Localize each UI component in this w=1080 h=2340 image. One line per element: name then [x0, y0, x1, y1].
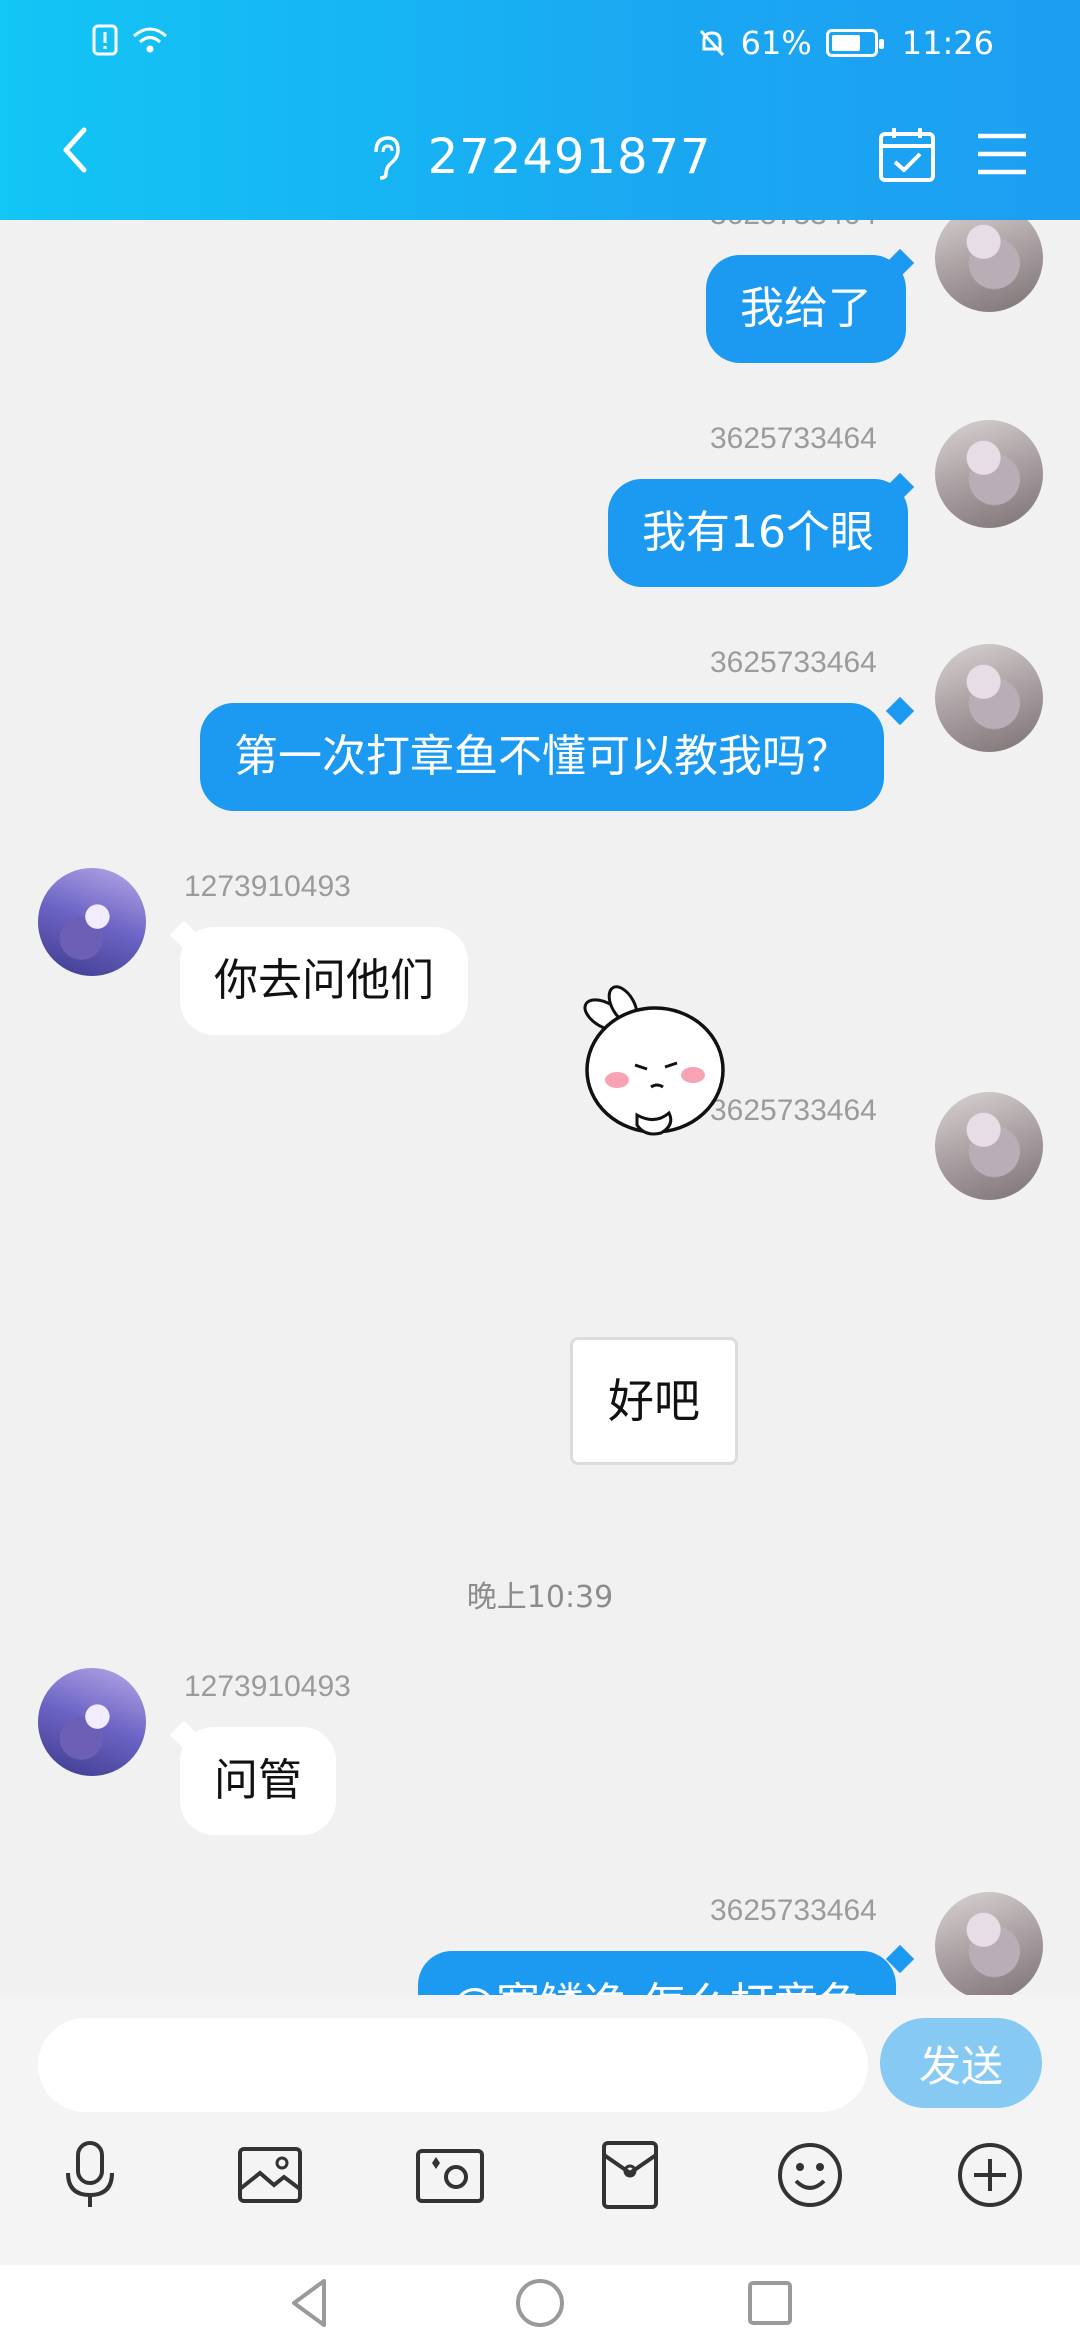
- message-bubble[interactable]: 我有16个眼: [608, 479, 908, 587]
- avatar[interactable]: [38, 1668, 146, 1776]
- avatar[interactable]: [935, 644, 1043, 752]
- avatar[interactable]: [38, 868, 146, 976]
- system-navigation-bar: [0, 2265, 1080, 2340]
- calendar-check-icon[interactable]: [876, 124, 938, 186]
- nav-home-icon[interactable]: [510, 2273, 570, 2333]
- wifi-icon: [133, 27, 167, 53]
- camera-icon[interactable]: [410, 2135, 490, 2215]
- plus-icon[interactable]: [950, 2135, 1030, 2215]
- sender-id: 3625733464: [710, 220, 877, 232]
- group-id: 272491877: [427, 129, 712, 185]
- ear-icon: [374, 136, 401, 180]
- bunny-sticker-icon: [583, 985, 725, 1136]
- mute-bell-icon: [699, 29, 724, 57]
- send-button[interactable]: 发送: [880, 2018, 1042, 2108]
- photo-icon[interactable]: [230, 2135, 310, 2215]
- chat-header: 61% 11:26 272491877: [0, 0, 1080, 220]
- battery-percent: 61%: [740, 24, 812, 62]
- message-bubble[interactable]: @寒鳞逸 怎么打章鱼: [418, 1951, 896, 1995]
- microphone-icon[interactable]: [50, 2135, 130, 2215]
- avatar[interactable]: [935, 420, 1043, 528]
- emoji-icon[interactable]: [770, 2135, 850, 2215]
- nav-back-icon[interactable]: [280, 2273, 340, 2333]
- red-packet-icon[interactable]: [590, 2135, 670, 2215]
- message-bubble[interactable]: 第一次打章鱼不懂可以教我吗？: [200, 703, 884, 811]
- sender-id: 1273910493: [184, 870, 351, 903]
- input-bar: 发送: [0, 1995, 1080, 2265]
- avatar[interactable]: [935, 1892, 1043, 1995]
- sim-alert-icon: [92, 24, 118, 56]
- message-bubble[interactable]: 我给了: [706, 255, 906, 363]
- nav-recents-icon[interactable]: [740, 2273, 800, 2333]
- sender-id: 3625733464: [710, 1894, 877, 1927]
- battery-icon: [825, 29, 884, 57]
- sender-id: 3625733464: [710, 646, 877, 679]
- avatar[interactable]: [935, 220, 1043, 312]
- message-list[interactable]: 3625733464 我给了 3625733464 我有16个眼 3625733…: [0, 220, 1080, 1995]
- time-divider: 晚上10:39: [466, 1580, 614, 1615]
- menu-icon[interactable]: [974, 126, 1030, 182]
- clock: 11:26: [901, 24, 994, 62]
- sticker-caption[interactable]: 好吧: [570, 1337, 738, 1465]
- message-input[interactable]: [38, 2018, 868, 2112]
- message-bubble[interactable]: 问管: [180, 1727, 336, 1835]
- sender-id: 3625733464: [710, 422, 877, 455]
- sender-id: 1273910493: [184, 1670, 351, 1703]
- status-bar: 61% 11:26: [0, 18, 1080, 68]
- avatar[interactable]: [935, 1092, 1043, 1200]
- message-bubble[interactable]: 你去问他们: [180, 927, 468, 1035]
